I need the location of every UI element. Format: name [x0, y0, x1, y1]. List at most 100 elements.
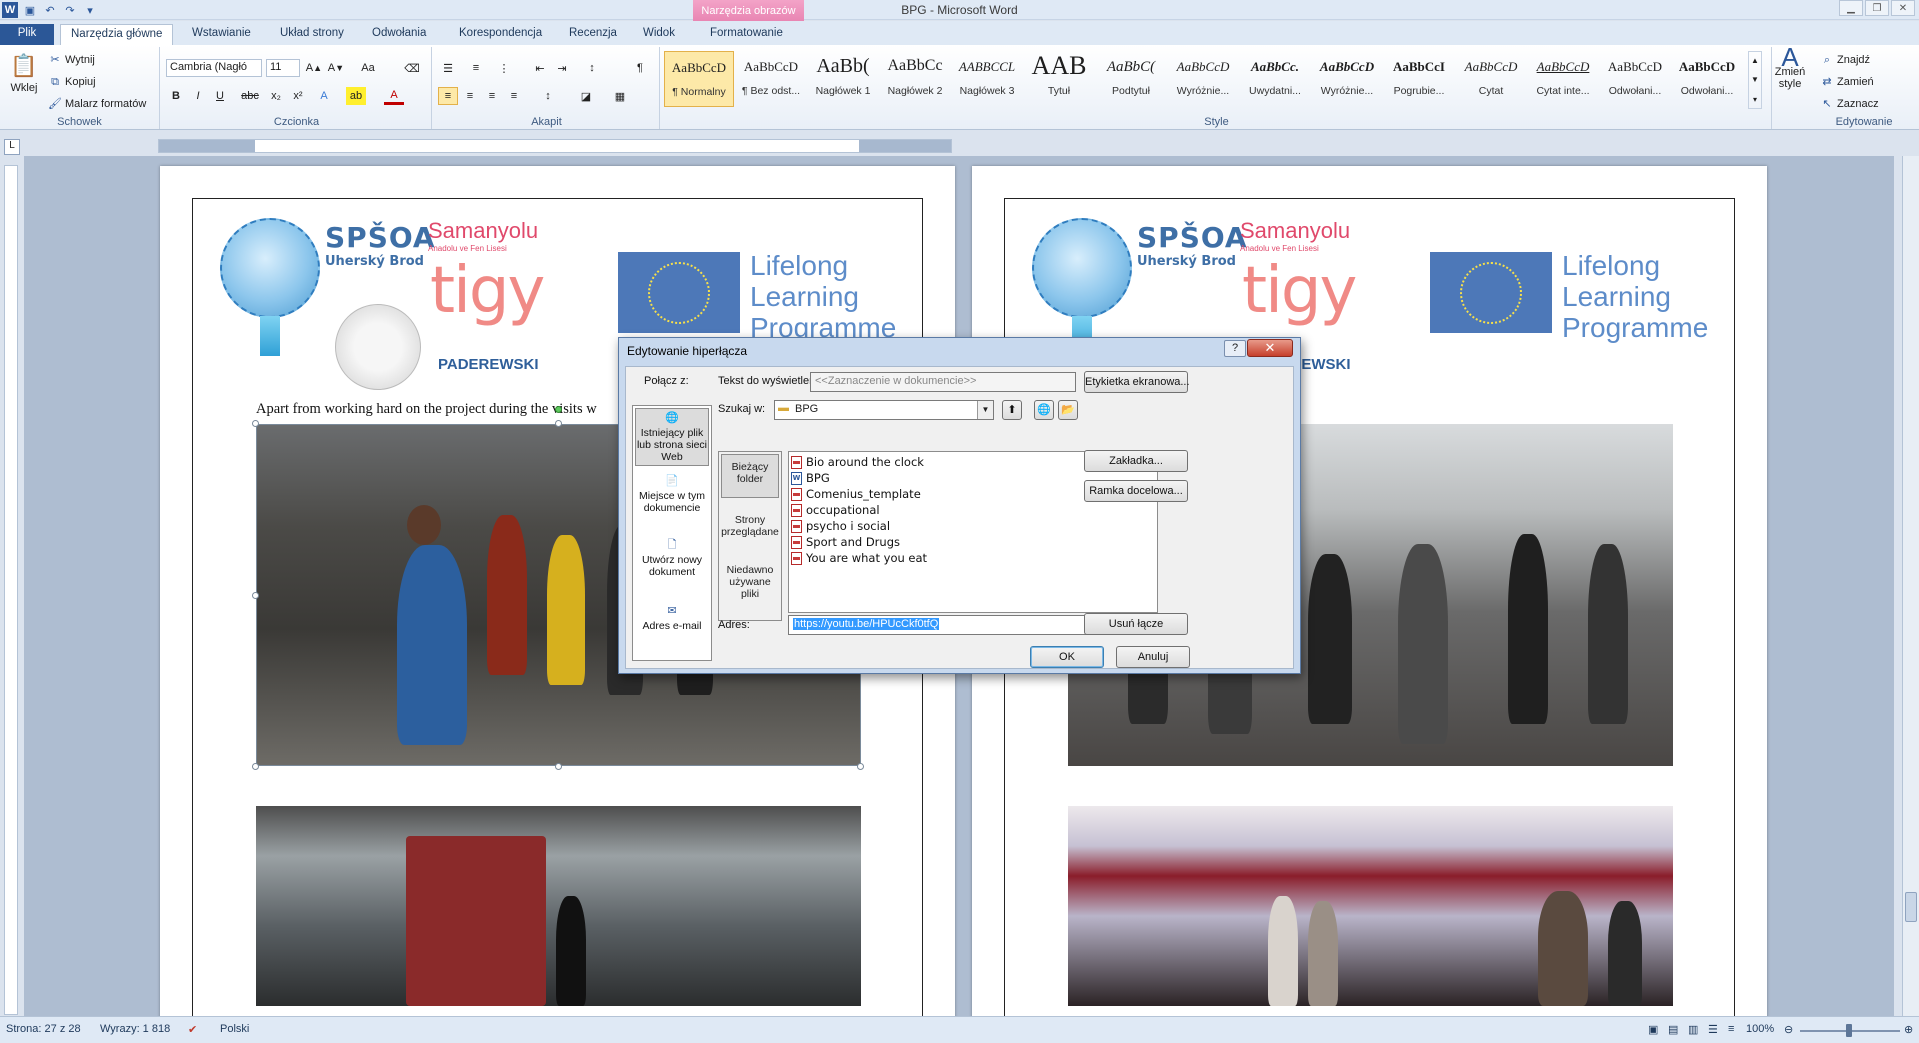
find-button[interactable]: ⌕ Znajdź: [1820, 53, 1870, 67]
nav-browsed-pages[interactable]: Strony przeglądane: [721, 514, 779, 544]
full-screen-reading-icon[interactable]: ▤: [1668, 1023, 1678, 1036]
increase-indent-icon[interactable]: ⇥: [552, 59, 572, 77]
list-item[interactable]: Sport and Drugs: [791, 534, 900, 550]
word-count[interactable]: Wyrazy: 1 818: [100, 1023, 170, 1035]
browse-web-icon[interactable]: 🌐: [1034, 400, 1054, 420]
list-item[interactable]: You are what you eat: [791, 550, 927, 566]
vertical-scrollbar[interactable]: [1902, 156, 1919, 1016]
bullets-icon[interactable]: ☰: [438, 59, 458, 77]
tab-review[interactable]: Recenzja: [559, 24, 627, 45]
superscript-icon[interactable]: x²: [288, 87, 308, 105]
resize-handle[interactable]: [555, 763, 562, 770]
style-quote[interactable]: AaBbCcD Cytat: [1456, 51, 1526, 107]
clear-formatting-icon[interactable]: ⌫: [402, 59, 422, 77]
close-window-icon[interactable]: ✕: [1891, 0, 1915, 16]
up-folder-icon[interactable]: ⬆: [1002, 400, 1022, 420]
resize-handle[interactable]: [252, 763, 259, 770]
style-strong[interactable]: AaBbCcI Pogrubie...: [1384, 51, 1454, 107]
style-intense-quote[interactable]: AaBbCcD Cytat inte...: [1528, 51, 1598, 107]
tab-format[interactable]: Formatowanie: [700, 24, 793, 45]
resize-handle[interactable]: [857, 763, 864, 770]
shading-icon[interactable]: ◪: [576, 87, 596, 105]
rotate-handle[interactable]: [555, 406, 562, 413]
resize-handle[interactable]: [252, 592, 259, 599]
underline-icon[interactable]: U: [210, 87, 230, 105]
browse-file-icon[interactable]: 📂: [1058, 400, 1078, 420]
style-subtle-emphasis[interactable]: AaBbCcD Wyróżnie...: [1168, 51, 1238, 107]
align-left-icon[interactable]: ≡: [438, 87, 458, 105]
list-item[interactable]: Comenius_template: [791, 486, 921, 502]
shrink-font-icon[interactable]: A ▼: [326, 59, 346, 77]
line-spacing-icon[interactable]: ↕: [538, 87, 558, 105]
target-frame-button[interactable]: Ramka docelowa...: [1084, 480, 1188, 502]
zoom-level[interactable]: 100%: [1746, 1023, 1774, 1035]
styles-scroll[interactable]: ▲ ▼ ▾: [1748, 51, 1762, 109]
horizontal-ruler[interactable]: [158, 139, 952, 153]
grow-font-icon[interactable]: A ▲: [304, 59, 324, 77]
tab-home[interactable]: Narzędzia główne: [60, 24, 174, 45]
font-size-combo[interactable]: 11: [266, 59, 300, 77]
bookmark-button[interactable]: Zakładka...: [1084, 450, 1188, 472]
link-existing-file[interactable]: 🌐 Istniejący plik lub strona sieci Web: [635, 408, 709, 466]
zoom-in-icon[interactable]: ⊕: [1904, 1023, 1913, 1036]
multilevel-list-icon[interactable]: ⋮: [494, 59, 514, 77]
language-indicator[interactable]: Polski: [220, 1023, 249, 1035]
style-subtle-reference[interactable]: AaBbCcD Odwołani...: [1600, 51, 1670, 107]
cancel-button[interactable]: Anuluj: [1116, 646, 1190, 668]
style-normal[interactable]: AaBbCcD ¶ Normalny: [664, 51, 734, 107]
help-icon[interactable]: ?: [1224, 340, 1246, 357]
list-item[interactable]: W BPG: [791, 470, 830, 486]
align-center-icon[interactable]: ≡: [460, 87, 480, 105]
style-title[interactable]: AAB Tytuł: [1024, 51, 1094, 107]
style-heading-3[interactable]: AABBCCL Nagłówek 3: [952, 51, 1022, 107]
highlight-icon[interactable]: ab: [346, 87, 366, 105]
italic-icon[interactable]: I: [188, 87, 208, 105]
zoom-slider-thumb[interactable]: [1846, 1024, 1852, 1037]
show-formatting-icon[interactable]: ¶: [630, 59, 650, 77]
text-to-display-field[interactable]: <<Zaznaczenie w dokumencie>>: [810, 372, 1076, 392]
style-no-spacing[interactable]: AaBbCcD ¶ Bez odst...: [736, 51, 806, 107]
link-place-in-document[interactable]: 📄 Miejsce w tym dokumencie: [635, 474, 709, 524]
tab-stop-selector[interactable]: L: [4, 139, 20, 155]
align-right-icon[interactable]: ≡: [482, 87, 502, 105]
outline-icon[interactable]: ☰: [1708, 1023, 1718, 1036]
ok-button[interactable]: OK: [1030, 646, 1104, 668]
file-list[interactable]: Bio around the clock W BPG Comenius_templ…: [788, 451, 1158, 613]
paste-button[interactable]: 📋 Wklej: [6, 53, 42, 94]
print-layout-icon[interactable]: ▣: [1648, 1023, 1658, 1036]
zoom-out-icon[interactable]: ⊖: [1784, 1023, 1793, 1036]
font-color-icon[interactable]: A: [384, 87, 404, 105]
change-case-icon[interactable]: Aa: [358, 59, 378, 77]
tab-page-layout[interactable]: Układ strony: [270, 24, 354, 45]
numbering-icon[interactable]: ≡: [466, 59, 486, 77]
copy-button[interactable]: ⧉ Kopiuj: [48, 75, 96, 89]
subscript-icon[interactable]: x₂: [266, 87, 286, 105]
replace-button[interactable]: ⇄ Zamień: [1820, 75, 1873, 89]
style-subtitle[interactable]: AaBbC( Podtytuł: [1096, 51, 1166, 107]
tab-view[interactable]: Widok: [633, 24, 685, 45]
link-email[interactable]: ✉ Adres e-mail: [635, 604, 709, 654]
page-counter[interactable]: Strona: 27 z 28: [6, 1023, 81, 1035]
tab-references[interactable]: Odwołania: [362, 24, 436, 45]
select-button[interactable]: ↖ Zaznacz: [1820, 97, 1878, 111]
change-styles-button[interactable]: A Zmień style: [1772, 44, 1808, 90]
style-heading-2[interactable]: AaBbCc Nagłówek 2: [880, 51, 950, 107]
scrollbar-thumb[interactable]: [1905, 892, 1917, 922]
decrease-indent-icon[interactable]: ⇤: [530, 59, 550, 77]
chevron-down-icon[interactable]: ▼: [977, 401, 993, 419]
look-in-combo[interactable]: ▬ BPG ▼: [774, 400, 994, 420]
justify-icon[interactable]: ≡: [504, 87, 524, 105]
minimize-icon[interactable]: ▁: [1839, 0, 1863, 16]
cut-button[interactable]: ✂ Wytnij: [48, 53, 94, 67]
proofing-icon[interactable]: ✔: [188, 1023, 197, 1036]
resize-handle[interactable]: [252, 420, 259, 427]
link-create-new[interactable]: 🗋 Utwórz nowy dokument: [635, 538, 709, 588]
style-intense-reference[interactable]: AaBbCcD Odwołani...: [1672, 51, 1742, 107]
remove-link-button[interactable]: Usuń łącze: [1084, 613, 1188, 635]
restore-icon[interactable]: ❐: [1865, 0, 1889, 16]
tab-file[interactable]: Plik: [0, 24, 54, 45]
style-intense-emphasis[interactable]: AaBbCcD Wyróżnie...: [1312, 51, 1382, 107]
web-layout-icon[interactable]: ▥: [1688, 1023, 1698, 1036]
close-icon[interactable]: ✕: [1247, 339, 1293, 357]
list-item[interactable]: psycho i social: [791, 518, 890, 534]
